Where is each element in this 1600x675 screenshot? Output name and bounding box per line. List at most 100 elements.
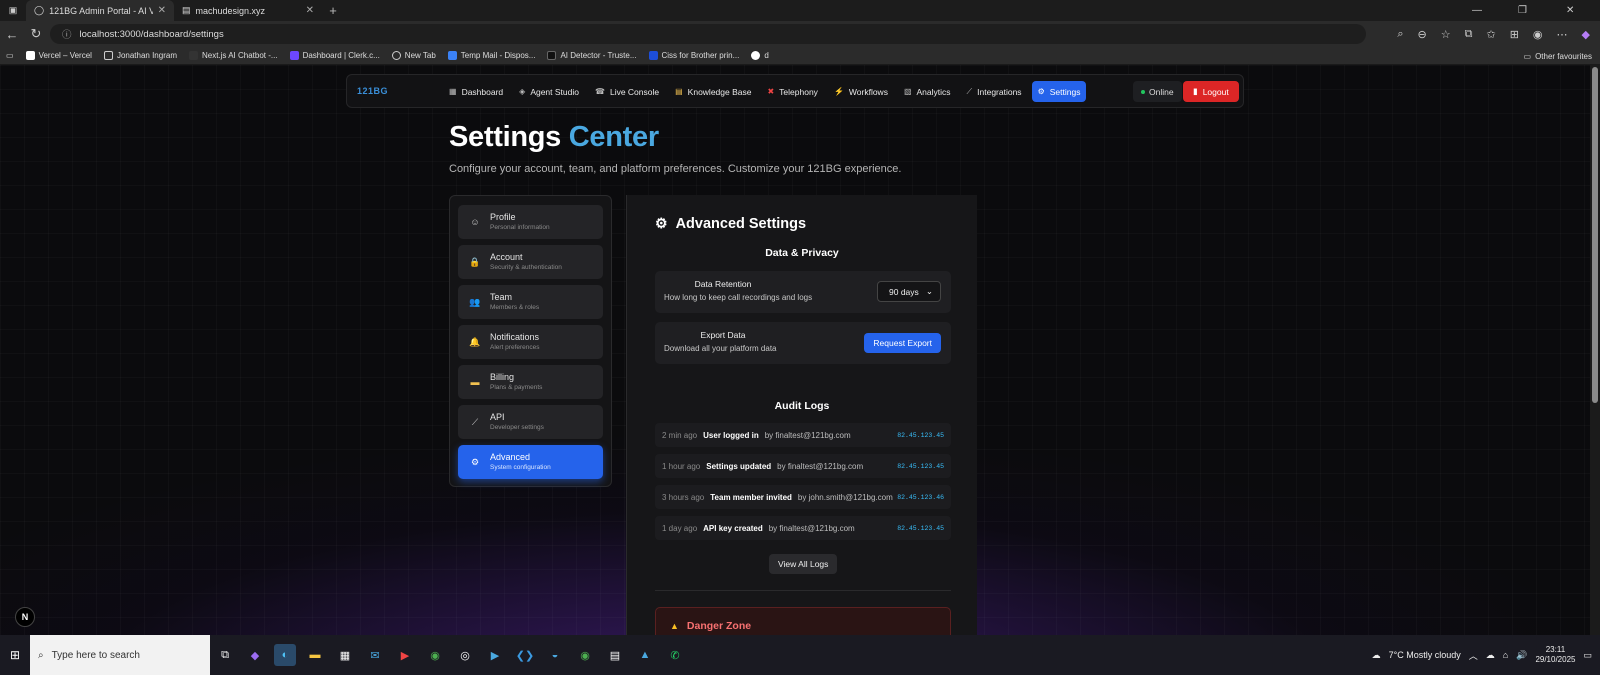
powershell-icon[interactable]: ▶ [484,644,506,666]
sidebar-item-billing[interactable]: ▬ Billing Plans & payments [458,365,603,399]
log-user: by finaltest@121bg.com [764,430,851,440]
page-scrollbar[interactable] [1590,65,1600,635]
bookmark-label: Jonathan Ingram [116,51,177,60]
phone-icon: ☎ [595,87,605,96]
nav-telephony[interactable]: ✖ Telephony [761,81,823,102]
cloud-icon[interactable]: ☁ [1486,650,1495,661]
request-export-button[interactable]: Request Export [864,333,941,353]
sidebar-item-label: API [490,412,505,423]
sidebar-item-notifications[interactable]: 🔔 Notifications Alert preferences [458,325,603,359]
chrome-icon[interactable]: ◉ [424,644,446,666]
tab-actions-icon[interactable]: ▣ [0,5,26,16]
bookmark[interactable]: Jonathan Ingram [103,51,177,60]
sidebar-item-account[interactable]: 🔒 Account Security & authentication [458,245,603,279]
bookmark-label: Dashboard | Clerk.c... [302,51,380,60]
scrollbar-thumb[interactable] [1592,67,1598,403]
nav-agent-studio[interactable]: ◈ Agent Studio [513,81,585,102]
app-icon[interactable]: ▤ [604,644,626,666]
youtube-icon[interactable]: ▶ [394,644,416,666]
copilot-icon[interactable]: ◆ [1582,28,1590,41]
retention-select[interactable]: 90 days ⌄ [877,281,941,302]
bookmark[interactable]: Temp Mail - Dispos... [447,51,535,60]
close-window-icon[interactable]: ✕ [1566,0,1574,21]
chevron-up-icon[interactable]: ︿ [1469,649,1478,662]
mail-icon[interactable]: ✉ [364,644,386,666]
more-icon[interactable]: ⋯ [1557,28,1568,41]
volume-icon[interactable]: 🔊 [1516,650,1527,661]
view-all-logs-button[interactable]: View All Logs [769,554,838,574]
windows-start-icon[interactable]: ⊞ [0,648,30,662]
nav-integrations[interactable]: ⟋ Integrations [961,81,1028,102]
new-tab-button[interactable]: + [322,3,344,18]
sidebar-item-team[interactable]: 👥 Team Members & roles [458,285,603,319]
nav-workflows[interactable]: ⚡ Workflows [828,81,894,102]
sidebar-item-advanced[interactable]: ⚙ Advanced System configuration [458,445,603,479]
sidebar-item-sub: Members & roles [490,303,540,311]
zoom-icon[interactable]: ⌕ [1397,28,1403,41]
weather-icon[interactable]: ☁ [1372,650,1381,661]
url-field[interactable]: ⓘ localhost:3000/dashboard/settings [50,24,1366,44]
browser-tab[interactable]: ▤ machudesign.xyz ✕ [174,0,322,21]
chrome-icon[interactable]: ◉ [574,644,596,666]
extensions-icon[interactable]: ⧉ [1465,28,1473,41]
nav-settings[interactable]: ⚙ Settings [1031,81,1087,102]
nav-label: Dashboard [461,86,504,97]
bookmark[interactable]: d [751,51,769,60]
bookmark[interactable]: New Tab [391,51,436,60]
whatsapp-icon[interactable]: ✆ [664,644,686,666]
task-view-icon[interactable]: ⧉ [214,644,236,666]
close-tab-icon[interactable]: ✕ [158,5,166,16]
bookmark[interactable]: Ciss for Brother prin... [648,51,739,60]
logout-button[interactable]: ▮ Logout [1183,81,1239,102]
other-favourites[interactable]: ▭ Other favourites [1524,47,1592,65]
log-ip: 82.45.123.45 [897,462,944,470]
favourites-icon[interactable]: ✩ [1486,28,1495,41]
nextjs-badge-icon[interactable]: N [15,607,35,627]
setting-description: How long to keep call recordings and log… [664,293,813,302]
app-icon[interactable]: ◒ [544,644,566,666]
gear-icon: ⚙ [655,215,668,231]
refresh-icon[interactable]: ↻ [24,26,48,42]
browser-tab-bar: ▣ ◯ 121BG Admin Portal - AI Voice Ag ✕ ▤… [0,0,1600,21]
sidebar-item-profile[interactable]: ☺ Profile Personal information [458,205,603,239]
app-icon[interactable]: ◎ [454,644,476,666]
nav-dashboard[interactable]: ▦ Dashboard [443,81,509,102]
sidebar-item-label: Profile [490,212,516,223]
network-icon[interactable]: ⌂ [1503,650,1508,660]
back-icon[interactable]: ← [0,27,24,42]
reader-icon[interactable]: ⊖ [1418,28,1427,41]
restore-icon[interactable]: ❐ [1518,0,1527,21]
store-icon[interactable]: ▦ [334,644,356,666]
edge-icon[interactable]: ◐ [274,644,296,666]
clock[interactable]: 23:11 29/10/2025 [1535,645,1575,665]
gear-icon: ⚙ [1037,87,1045,96]
bookmark[interactable]: Dashboard | Clerk.c... [289,51,380,60]
profile-avatar[interactable]: ◉ [1533,28,1543,41]
notification-icon[interactable]: ▭ [1583,650,1592,661]
app-icon[interactable]: ▲ [634,644,656,666]
close-tab-icon[interactable]: ✕ [306,5,314,16]
vscode-icon[interactable]: ❮❯ [514,644,536,666]
taskbar-search[interactable]: ⌕ Type here to search [30,635,210,675]
bookmark[interactable]: AI Detector - Truste... [547,51,637,60]
nav-live-console[interactable]: ☎ Live Console [589,81,665,102]
page-subtitle: Configure your account, team, and platfo… [449,163,902,175]
nav-knowledge-base[interactable]: ▤ Knowledge Base [669,81,757,102]
copilot-app-icon[interactable]: ◆ [244,644,266,666]
bookmark[interactable]: Next.js AI Chatbot -... [188,51,278,60]
top-navigation: 121BG ▦ Dashboard ◈ Agent Studio ☎ Live Con… [346,74,1244,108]
dashboard-icon: ▦ [449,87,457,96]
tab-title: machudesign.xyz [195,5,266,16]
file-explorer-icon[interactable]: ▬ [304,644,326,666]
nav-analytics[interactable]: ▧ Analytics [898,81,957,102]
minimize-icon[interactable]: — [1472,0,1482,21]
star-icon[interactable]: ☆ [1441,28,1451,41]
app-logo[interactable]: 121BG [357,86,388,96]
danger-zone: ▲ Danger Zone [655,607,951,635]
sidebar-item-api[interactable]: ⟋ API Developer settings [458,405,603,439]
browser-tab-active[interactable]: ◯ 121BG Admin Portal - AI Voice Ag ✕ [26,0,174,21]
bookmark[interactable]: Vercel – Vercel [25,51,92,60]
reading-list-icon[interactable]: ▭ [6,51,14,60]
log-action: Team member invited [710,492,792,502]
collections-icon[interactable]: ⊞ [1510,28,1519,41]
